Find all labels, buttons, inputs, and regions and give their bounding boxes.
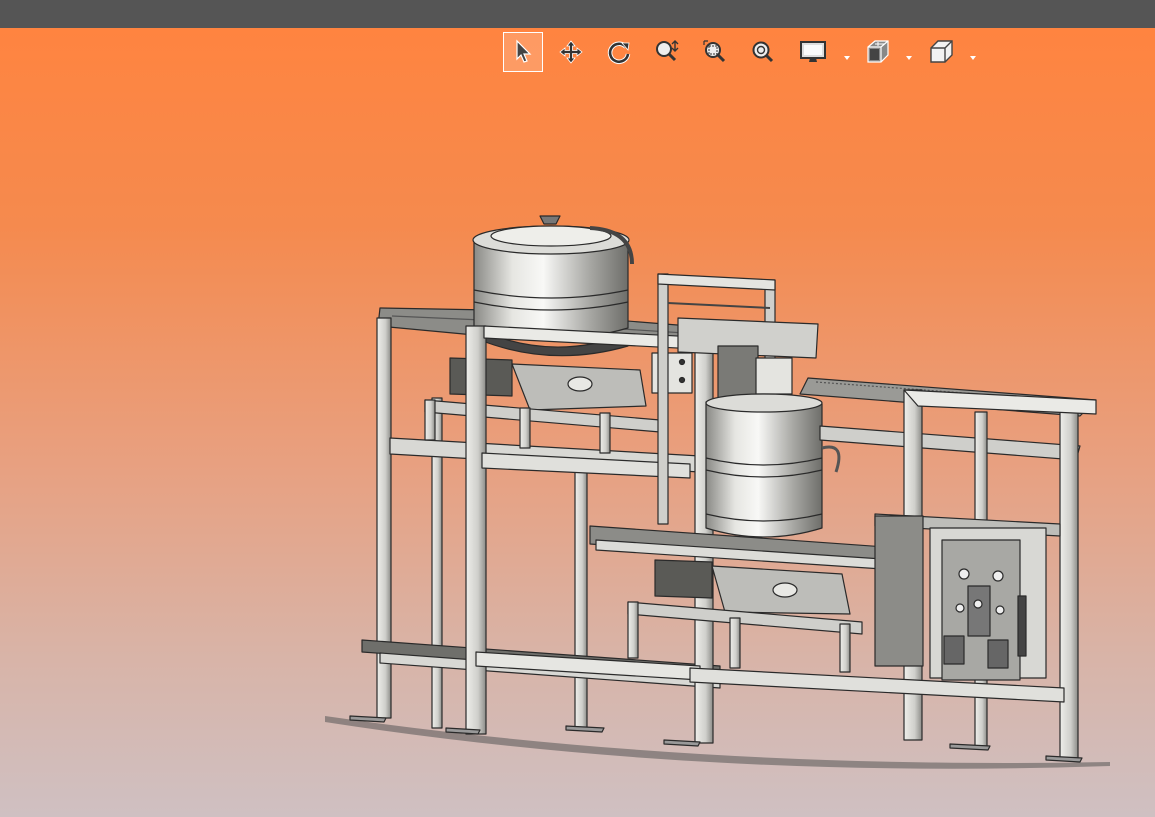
- title-bar: [0, 0, 1155, 28]
- machine-assembly-model[interactable]: [0, 28, 1155, 817]
- frame-post: [465, 325, 487, 735]
- lower-pot: [705, 401, 823, 538]
- ground-shadow: [325, 716, 1110, 769]
- 3d-viewport[interactable]: [0, 28, 1155, 817]
